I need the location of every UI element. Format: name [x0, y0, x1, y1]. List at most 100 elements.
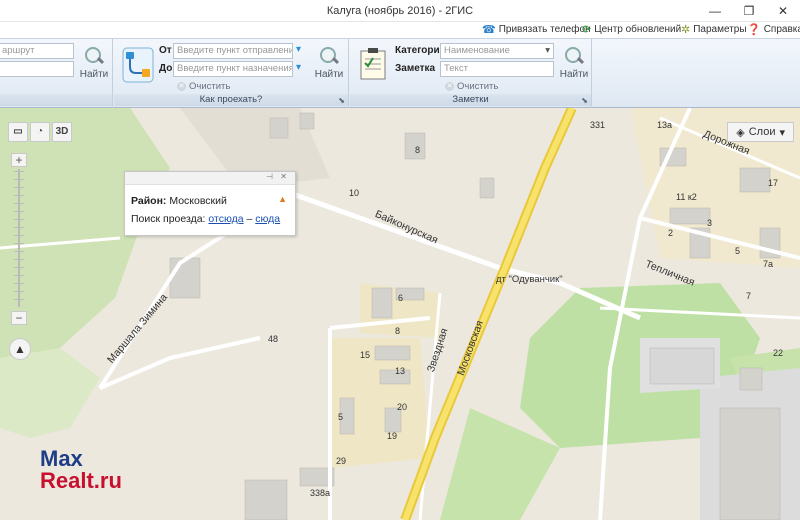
- update-center-label: Центр обновлений: [594, 24, 682, 35]
- search-icon: [563, 46, 585, 68]
- notes-find-button[interactable]: Найти: [557, 44, 591, 86]
- warning-icon: ▲: [278, 194, 287, 204]
- ruler-icon[interactable]: ▭: [8, 122, 28, 142]
- route-icon: [122, 47, 154, 83]
- chevron-down-icon: ▾: [779, 126, 785, 139]
- phone-icon: ☎: [482, 24, 496, 36]
- house-number: 29: [336, 456, 347, 466]
- mode-3d-button[interactable]: 3D: [52, 122, 72, 142]
- poi-kindergarten-label[interactable]: дт "Одуванчик": [496, 274, 563, 285]
- route-group: От До Введите пункт отправления Введите …: [114, 39, 349, 108]
- compass-icon[interactable]: ▲: [9, 338, 31, 360]
- group-launcher-icon[interactable]: ⬊: [338, 95, 345, 107]
- house-number: 2: [668, 228, 674, 238]
- note-label: Заметка: [395, 63, 436, 74]
- category-select[interactable]: Наименование ▾: [440, 43, 554, 59]
- parameters-label: Параметры: [693, 24, 747, 35]
- watermark-line1: Max: [40, 446, 83, 471]
- house-number: 13: [395, 366, 406, 376]
- search-icon: [83, 46, 105, 68]
- group-launcher-icon[interactable]: ⬊: [581, 95, 588, 107]
- ribbon: аршрут Найти От До Введите пункт отправл…: [0, 38, 800, 108]
- park-area: [0, 348, 100, 438]
- route-search-row: Поиск проезда: отсюда – сюда: [131, 213, 280, 225]
- help-icon: ❓: [747, 24, 761, 36]
- house-number: 5: [338, 412, 344, 422]
- layers-button[interactable]: ◈ Слои ▾: [727, 122, 794, 142]
- house-number: 17: [768, 178, 779, 188]
- search-group: аршрут Найти: [0, 39, 113, 108]
- house-number: 19: [387, 431, 398, 441]
- help-button[interactable]: ❓ Справка: [747, 23, 800, 36]
- route-clear-button[interactable]: ✕ Очистить: [177, 81, 230, 92]
- house-number: 11 к2: [676, 192, 697, 202]
- house-number: 48: [268, 334, 279, 344]
- route-search-field[interactable]: аршрут: [0, 43, 74, 59]
- house-number: 7: [746, 291, 752, 301]
- popup-header: ⊣ ✕: [125, 172, 295, 185]
- title-bar: Калуга (ноябрь 2016) - 2ГИС — ❐ ✕: [0, 0, 800, 22]
- route-group-label: Как проехать? ⬊: [114, 94, 348, 106]
- zoom-control: + −: [11, 153, 27, 325]
- watermark: Max Realt.ru: [40, 448, 122, 492]
- search-icon: [318, 46, 340, 68]
- notes-icon: [360, 48, 386, 80]
- close-icon[interactable]: ✕: [280, 172, 287, 181]
- note-input[interactable]: Текст: [440, 61, 554, 77]
- clear-icon: ✕: [445, 82, 454, 91]
- category-label: Категория: [395, 45, 446, 56]
- district-row: Район: Московский: [131, 195, 227, 207]
- house-number: 5: [735, 246, 741, 256]
- route-search-label: Поиск проезда:: [131, 213, 206, 225]
- notes-group: Категория Заметка Наименование ▾ Текст ✕…: [350, 39, 592, 108]
- layers-icon: ◈: [736, 126, 745, 139]
- district-value: Московский: [169, 195, 227, 207]
- house-number: 8: [415, 145, 421, 155]
- gear-icon: ✲: [681, 24, 691, 36]
- garages: [649, 347, 715, 385]
- from-here-link[interactable]: отсюда: [208, 213, 243, 225]
- building: [299, 112, 315, 130]
- house-number: 15: [360, 350, 371, 360]
- building: [169, 257, 201, 299]
- zoom-ticks: [14, 171, 24, 305]
- route-find-button[interactable]: Найти: [312, 44, 346, 86]
- parameters-button[interactable]: ✲ Параметры: [681, 23, 747, 36]
- notes-group-title: Заметки: [452, 94, 489, 105]
- building: [669, 207, 711, 225]
- building: [244, 479, 288, 520]
- restore-button[interactable]: ❐: [732, 0, 766, 22]
- pick-from-on-map-icon[interactable]: ▾: [296, 44, 308, 56]
- house-number: 10: [349, 188, 360, 198]
- zoom-in-button[interactable]: +: [11, 153, 27, 167]
- district-label: Район:: [131, 195, 167, 207]
- link-phone-button[interactable]: ☎ Привязать телефон: [482, 23, 591, 36]
- measure-icon[interactable]: ◔: [30, 122, 50, 142]
- notes-clear-button[interactable]: ✕ Очистить: [445, 81, 498, 92]
- building: [371, 287, 393, 319]
- update-center-button[interactable]: ⟳ Центр обновлений: [582, 23, 681, 36]
- notes-find-label: Найти: [559, 69, 589, 80]
- route-to-input[interactable]: Введите пункт назначения: [173, 61, 293, 77]
- route-from-input[interactable]: Введите пункт отправления: [173, 43, 293, 59]
- map-toolbar: ▭ ◔ 3D: [8, 122, 72, 142]
- building: [269, 117, 289, 139]
- house-number: 338a: [310, 488, 331, 498]
- top-menu: ☎ Привязать телефон ⟳ Центр обновлений ✲…: [0, 22, 800, 38]
- close-button[interactable]: ✕: [766, 0, 800, 22]
- minimize-button[interactable]: —: [698, 0, 732, 22]
- window-controls: — ❐ ✕: [698, 0, 800, 22]
- route-clear-label: Очистить: [189, 81, 231, 92]
- pin-icon[interactable]: ⊣: [266, 172, 273, 181]
- category-placeholder: Наименование: [444, 45, 510, 56]
- to-here-link[interactable]: сюда: [255, 213, 280, 225]
- search-field-2[interactable]: [0, 61, 74, 77]
- chevron-down-icon: ▾: [545, 45, 550, 56]
- search-group-label: [0, 94, 112, 106]
- window-title: Калуга (ноябрь 2016) - 2ГИС: [326, 5, 474, 17]
- pick-to-on-map-icon[interactable]: ▾: [296, 62, 308, 74]
- house-number: 7а: [763, 259, 774, 269]
- zoom-out-button[interactable]: −: [11, 311, 27, 325]
- layers-label: Слои: [748, 126, 776, 138]
- search-find-button[interactable]: Найти: [77, 44, 111, 86]
